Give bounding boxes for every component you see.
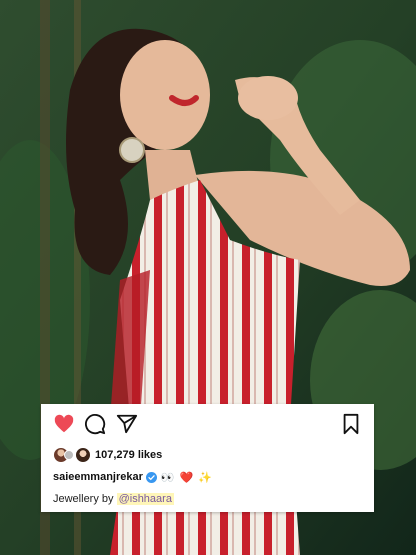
comment-icon[interactable] (84, 413, 106, 435)
action-bar (53, 413, 362, 437)
liker-avatars (53, 446, 93, 464)
caption: saieemmanjrekar 👀 ❤️ ✨ (53, 468, 362, 486)
send-icon[interactable] (116, 413, 138, 435)
caption-text: Jewellery by @ishhaara (53, 493, 362, 509)
avatar (64, 450, 74, 460)
mention-link[interactable]: @ishhaara (116, 493, 174, 505)
bookmark-icon[interactable] (340, 413, 362, 435)
likes-row: 107,279 likes (53, 445, 362, 465)
caption-prefix: Jewellery by (53, 493, 117, 505)
verified-badge-icon (145, 471, 157, 483)
heart-icon[interactable] (53, 413, 75, 435)
likes-count[interactable]: 107,279 likes (95, 449, 162, 461)
post-card: 107,279 likes saieemmanjrekar 👀 ❤️ ✨ Jew… (41, 404, 374, 512)
avatar[interactable] (75, 447, 91, 463)
caption-emojis: 👀 ❤️ ✨ (160, 471, 214, 484)
username-link[interactable]: saieemmanjrekar (53, 471, 143, 483)
